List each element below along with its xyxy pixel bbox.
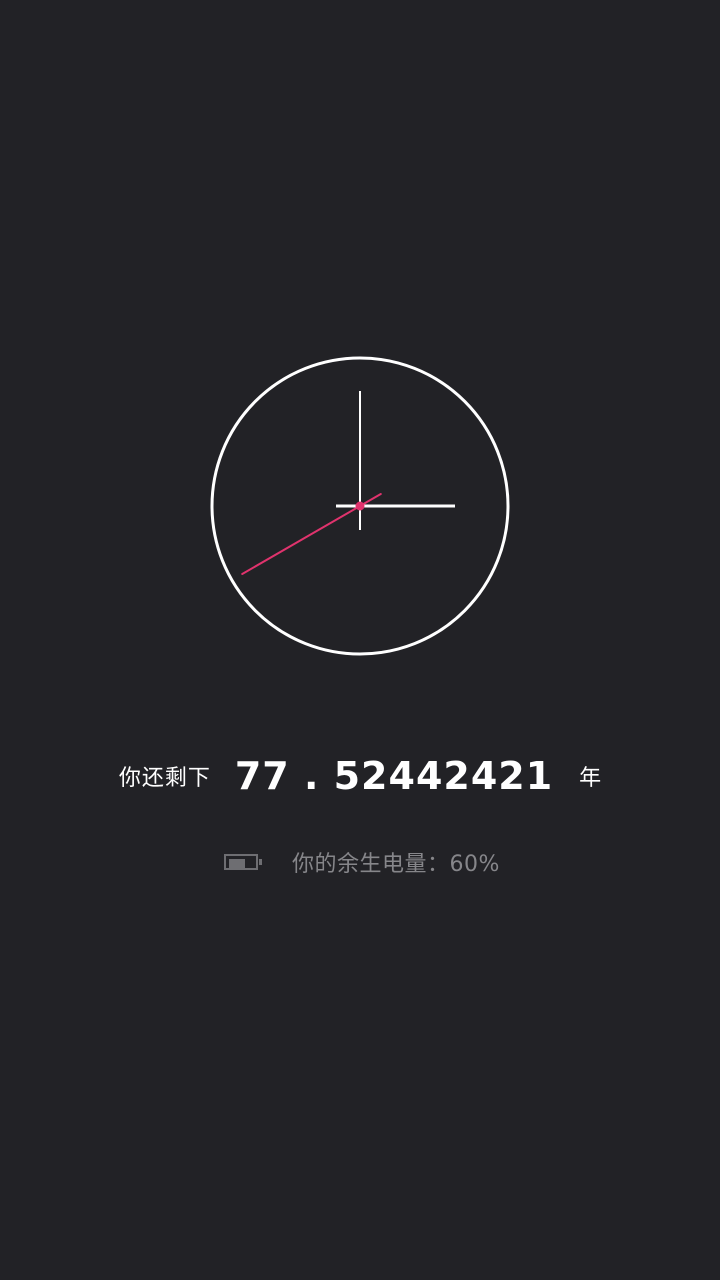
- clock-center-dot: [355, 501, 365, 511]
- life-battery-row: 你的余生电量：60%: [0, 842, 720, 882]
- battery-icon: [224, 852, 263, 872]
- battery-body: [224, 854, 259, 870]
- remaining-years-row: 你还剩下 77 . 52442421 年: [0, 748, 720, 804]
- remaining-unit-label: 年: [579, 766, 602, 791]
- battery-tip: [259, 859, 263, 865]
- battery-label: 你的余生电量：60%: [292, 852, 500, 877]
- remaining-years-value: 77 . 52442421: [234, 754, 554, 798]
- remaining-prefix-label: 你还剩下: [118, 766, 211, 791]
- battery-level-fill: [229, 859, 245, 869]
- clock-icon: [210, 356, 510, 656]
- life-clock-screen: 你还剩下 77 . 52442421 年 你的余生电量：60%: [0, 0, 720, 1280]
